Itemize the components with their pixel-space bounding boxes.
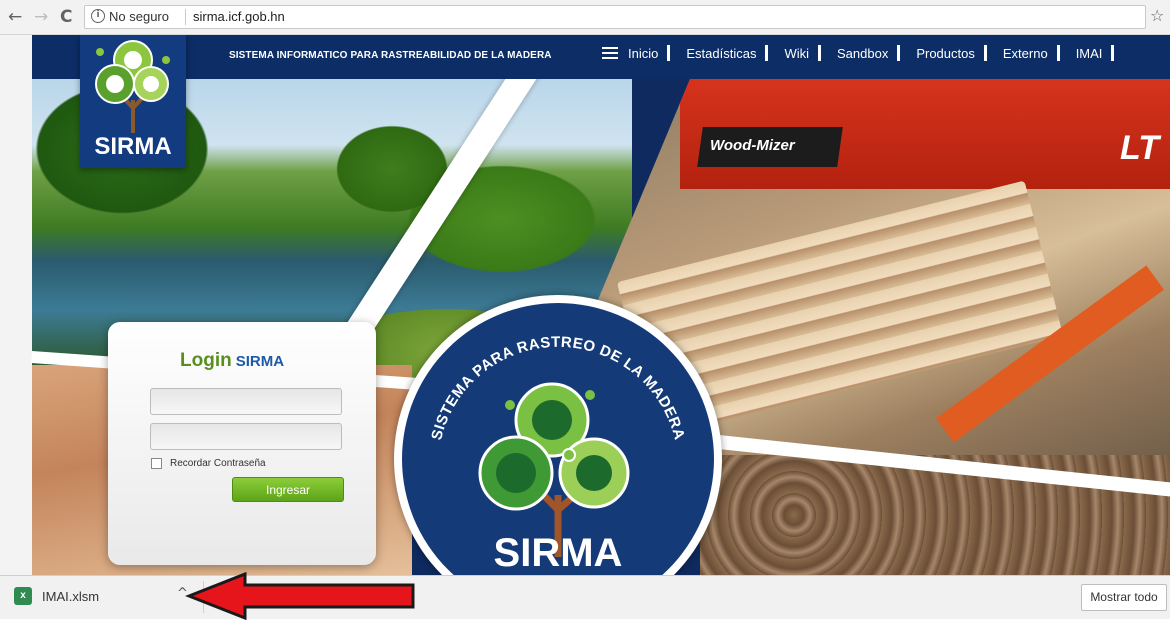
login-title: Login SIRMA bbox=[180, 350, 284, 372]
login-button[interactable]: Ingresar bbox=[232, 477, 344, 502]
remember-checkbox[interactable] bbox=[151, 458, 162, 469]
menu-item-estadisticas[interactable]: Estadísticas bbox=[686, 45, 769, 61]
download-bar: x IMAI.xlsm ^ Mostrar todo bbox=[0, 572, 1170, 620]
menu-item-label[interactable]: Sandbox bbox=[837, 46, 888, 61]
login-title-suffix: SIRMA bbox=[235, 353, 285, 370]
logo-text: SIRMA bbox=[94, 133, 172, 160]
sirma-emblem: SISTEMA PARA RASTREO DE LA MADERA SIRMA bbox=[394, 295, 722, 575]
address-bar[interactable]: i No seguro sirma.icf.gob.hn bbox=[84, 5, 1146, 29]
emblem-name: SIRMA bbox=[493, 531, 623, 575]
tree-logo-icon bbox=[95, 40, 170, 133]
address-separator bbox=[185, 9, 186, 25]
browser-toolbar: ← → C i No seguro sirma.icf.gob.hn ☆ bbox=[0, 0, 1170, 35]
menu-item-label[interactable]: Externo bbox=[1003, 46, 1048, 61]
main-menu: Inicio Estadísticas Wiki Sandbox Product… bbox=[602, 45, 1130, 61]
menu-item-productos[interactable]: Productos bbox=[916, 45, 987, 61]
menu-item-label[interactable]: Wiki bbox=[784, 46, 809, 61]
password-input[interactable] bbox=[150, 423, 342, 450]
login-panel: Login SIRMA Recordar Contraseña Ingresar bbox=[108, 322, 376, 565]
login-title-text: Login bbox=[180, 350, 232, 371]
show-all-button[interactable]: Mostrar todo bbox=[1081, 584, 1167, 611]
remember-label[interactable]: Recordar Contraseña bbox=[170, 458, 266, 469]
menu-item-label[interactable]: Inicio bbox=[628, 46, 658, 61]
logs-image bbox=[700, 455, 1170, 575]
forward-icon[interactable]: → bbox=[34, 7, 48, 27]
username-input[interactable] bbox=[150, 388, 342, 415]
menu-item-imai[interactable]: IMAI bbox=[1076, 45, 1115, 61]
menu-separator bbox=[1056, 45, 1060, 61]
menu-separator bbox=[897, 45, 901, 61]
menu-separator bbox=[1111, 45, 1115, 61]
security-label[interactable]: No seguro bbox=[109, 9, 169, 24]
back-icon[interactable]: ← bbox=[8, 7, 22, 27]
sawmill-model-text: LT bbox=[1120, 129, 1160, 167]
menu-item-label[interactable]: Productos bbox=[916, 46, 975, 61]
menu-separator bbox=[765, 45, 769, 61]
url-text[interactable]: sirma.icf.gob.hn bbox=[193, 9, 285, 24]
bookmark-star-icon[interactable]: ☆ bbox=[1150, 6, 1164, 25]
page-left-margin bbox=[0, 35, 32, 575]
menu-item-sandbox[interactable]: Sandbox bbox=[837, 45, 901, 61]
menu-item-externo[interactable]: Externo bbox=[1003, 45, 1060, 61]
sawmill-brand-text: Wood-Mizer bbox=[710, 137, 795, 154]
menu-item-label[interactable]: IMAI bbox=[1076, 46, 1103, 61]
sirma-logo[interactable]: SIRMA bbox=[80, 35, 186, 168]
page-viewport: Wood-Mizer LT SISTEMA INFORMATICO PARA R… bbox=[0, 35, 1170, 575]
menu-separator bbox=[667, 45, 671, 61]
site-header: SISTEMA INFORMATICO PARA RASTREABILIDAD … bbox=[32, 35, 1170, 79]
menu-separator bbox=[818, 45, 821, 61]
site-title: SISTEMA INFORMATICO PARA RASTREABILIDAD … bbox=[229, 50, 552, 61]
menu-separator bbox=[983, 45, 987, 61]
menu-item-wiki[interactable]: Wiki bbox=[784, 45, 821, 61]
info-icon[interactable]: i bbox=[91, 9, 105, 23]
remember-password[interactable]: Recordar Contraseña bbox=[151, 458, 266, 469]
hamburger-icon[interactable] bbox=[602, 47, 618, 59]
excel-file-icon[interactable]: x bbox=[14, 587, 32, 605]
menu-item-label[interactable]: Estadísticas bbox=[686, 46, 756, 61]
red-arrow-annotation-icon bbox=[185, 572, 415, 620]
reload-icon[interactable]: C bbox=[60, 7, 72, 27]
menu-item-inicio[interactable]: Inicio bbox=[628, 45, 671, 61]
download-file-name[interactable]: IMAI.xlsm bbox=[42, 589, 99, 604]
